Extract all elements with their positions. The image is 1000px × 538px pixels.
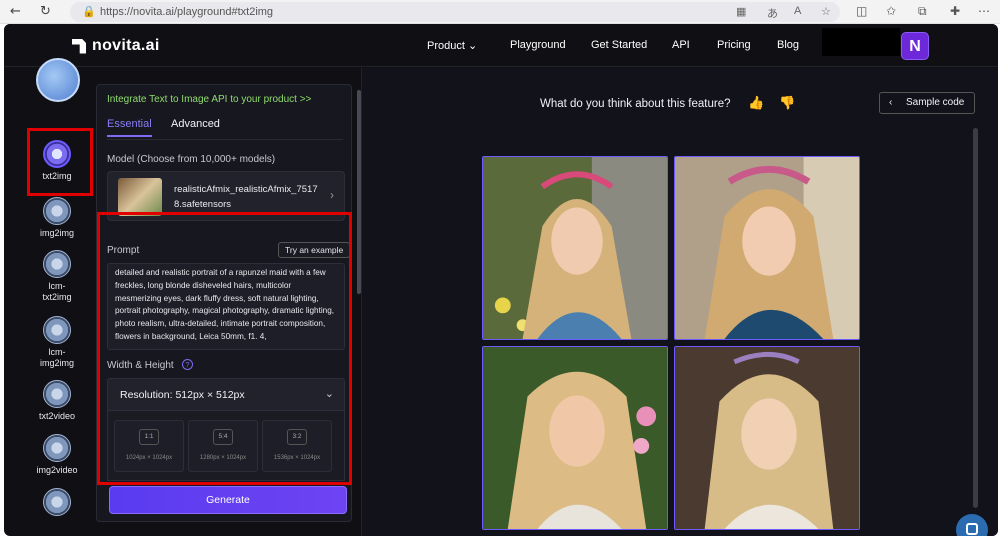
lock-icon: 🔒 xyxy=(82,6,96,18)
highlight-box xyxy=(27,128,93,196)
url-text: https://novita.ai/playground#txt2img xyxy=(100,6,274,18)
api-promo-link[interactable]: Integrate Text to Image API to your prod… xyxy=(107,94,311,105)
portrait-image xyxy=(483,347,667,529)
lcm-txt2img-icon xyxy=(43,250,71,278)
rail-item-more[interactable] xyxy=(24,488,90,516)
tool-icon xyxy=(43,488,71,516)
ai-logo-icon[interactable] xyxy=(36,58,80,102)
split-screen-icon[interactable]: ◫ xyxy=(856,4,867,18)
portrait-image xyxy=(675,157,859,339)
sample-code-button[interactable]: ‹ Sample code xyxy=(879,92,975,114)
chevron-down-icon: ⌄ xyxy=(467,40,478,52)
translate-icon[interactable]: あ xyxy=(767,5,778,21)
tool-rail: txt2img img2img lcm-txt2img lcm-img2img … xyxy=(24,50,90,516)
txt2video-icon xyxy=(43,380,71,408)
rail-label: txt2video xyxy=(38,411,76,421)
img2video-icon xyxy=(43,434,71,462)
rail-item-lcm-img2img[interactable]: lcm-img2img xyxy=(24,316,90,369)
nav-api[interactable]: API xyxy=(672,39,690,51)
rail-label: lcm-txt2img xyxy=(42,281,72,302)
results-scrollbar[interactable] xyxy=(973,128,978,508)
model-label: Model (Choose from 10,000+ models) xyxy=(107,154,276,165)
tab-essential[interactable]: Essential xyxy=(107,118,152,137)
nav-get-started[interactable]: Get Started xyxy=(591,39,647,51)
reload-icon[interactable]: ↻ xyxy=(40,4,51,19)
nav-pricing[interactable]: Pricing xyxy=(717,39,751,51)
rail-item-img2img[interactable]: img2img xyxy=(24,197,90,239)
rail-label: img2video xyxy=(36,465,78,475)
thumbs-down-icon[interactable]: 👎 xyxy=(779,95,795,111)
tab-advanced[interactable]: Advanced xyxy=(171,118,220,130)
chat-icon xyxy=(966,523,978,535)
user-avatar[interactable]: N xyxy=(901,32,929,60)
nav-blog[interactable]: Blog xyxy=(777,39,799,51)
highlight-box xyxy=(97,212,352,485)
read-aloud-icon[interactable]: A xyxy=(794,5,801,17)
favorite-star-icon[interactable]: ☆ xyxy=(821,5,831,18)
img2img-icon xyxy=(43,197,71,225)
generated-image[interactable] xyxy=(674,156,860,340)
redacted-box xyxy=(822,28,900,56)
generated-image[interactable] xyxy=(482,156,668,340)
more-menu-icon[interactable]: ⋯ xyxy=(978,4,990,18)
nav-playground[interactable]: Playground xyxy=(510,39,566,51)
back-icon[interactable]: ← xyxy=(10,4,21,19)
rail-label: img2img xyxy=(39,228,74,238)
sample-code-label: Sample code xyxy=(906,97,965,108)
lcm-img2img-icon xyxy=(43,316,71,344)
feedback-question: What do you think about this feature? xyxy=(540,98,731,110)
browser-toolbar: ← ↻ 🔒 https://novita.ai/playground#txt2i… xyxy=(0,0,1000,24)
rail-item-txt2video[interactable]: txt2video xyxy=(24,380,90,422)
top-navbar: novita.ai Product ⌄ Playground Get Start… xyxy=(4,24,998,67)
generate-button[interactable]: Generate xyxy=(109,486,347,514)
favorites-icon[interactable]: ✩ xyxy=(886,4,896,18)
chevron-left-icon: ‹ xyxy=(889,97,893,108)
rail-item-lcm-txt2img[interactable]: lcm-txt2img xyxy=(24,250,90,303)
brand-name: novita.ai xyxy=(92,37,160,54)
chevron-right-icon: › xyxy=(330,188,334,202)
chat-support-button[interactable] xyxy=(956,514,988,536)
settings-tabs: Essential Advanced xyxy=(107,118,343,140)
grid-icon[interactable]: ▦ xyxy=(736,5,746,18)
generated-image[interactable] xyxy=(482,346,668,530)
model-name: realisticAfmix_realisticAfmix_75178.safe… xyxy=(174,184,318,210)
collections-icon[interactable]: ⧉ xyxy=(918,4,927,19)
address-bar[interactable]: 🔒 https://novita.ai/playground#txt2img ▦… xyxy=(70,2,840,22)
portrait-image xyxy=(483,157,667,339)
rail-item-img2video[interactable]: img2video xyxy=(24,434,90,476)
nav-product[interactable]: Product ⌄ xyxy=(427,39,477,52)
portrait-image xyxy=(675,347,859,529)
model-thumbnail xyxy=(118,178,162,216)
results-area: What do you think about this feature? 👍 … xyxy=(361,68,998,536)
rail-label: lcm-img2img xyxy=(39,347,74,368)
generated-image[interactable] xyxy=(674,346,860,530)
extensions-icon[interactable]: ✚ xyxy=(950,4,960,18)
thumbs-up-icon[interactable]: 👍 xyxy=(748,95,764,111)
